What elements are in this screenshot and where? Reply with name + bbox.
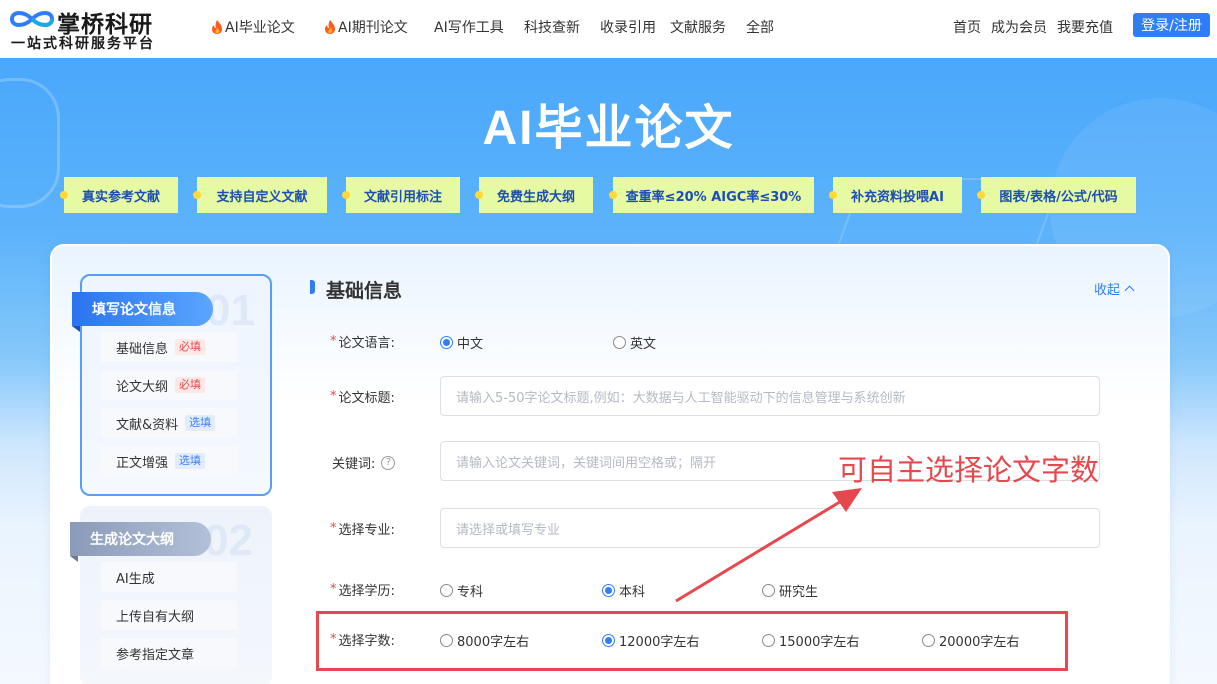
radio-label: 研究生: [779, 585, 819, 600]
feature-tag: 文献引用标注: [342, 177, 460, 213]
ribbon-fold: [72, 326, 80, 332]
radio-label: 英文: [630, 337, 657, 352]
required-asterisk: *: [330, 389, 337, 404]
feature-tag: 图表/表格/公式/代码: [977, 177, 1136, 213]
brand-tagline: 一站式科研服务平台: [11, 36, 155, 52]
required-asterisk: *: [330, 521, 337, 536]
section-title: 基础信息: [326, 280, 403, 302]
step-header-fill-info[interactable]: 填写论文信息: [72, 292, 213, 326]
section-accent-bar: [310, 280, 315, 294]
sidebar-item-basic-info[interactable]: 基础信息 必填: [101, 332, 237, 362]
radio-unchecked-icon: [762, 584, 775, 597]
label-text: 论文语言:: [338, 336, 395, 351]
optional-badge: 选填: [175, 453, 206, 469]
sidebar-item-label: 基础信息: [116, 341, 169, 357]
required-asterisk: *: [330, 334, 337, 349]
nav-label: AI毕业论文: [225, 20, 295, 36]
nav-item-ai-tools[interactable]: AI写作工具: [434, 17, 504, 37]
annotation-callout-text: 可自主选择论文字数: [838, 453, 1100, 487]
sidebar-item-upload-outline[interactable]: 上传自有大纲: [101, 600, 237, 630]
nav-item-ai-journal[interactable]: AI期刊论文: [323, 17, 408, 37]
radio-degree-college[interactable]: 专科: [440, 581, 483, 600]
collapse-label: 收起: [1094, 283, 1121, 298]
page-title: AI毕业论文: [482, 102, 735, 155]
nav-item-citation[interactable]: 收录引用: [600, 17, 656, 37]
feature-tag: 免费生成大纲: [475, 177, 593, 213]
sidebar-item-references[interactable]: 文献&资料 选填: [101, 408, 237, 438]
nav-label: AI期刊论文: [338, 20, 408, 36]
collapse-toggle[interactable]: 收起: [1094, 279, 1135, 298]
radio-unchecked-icon: [440, 584, 453, 597]
radio-label: 专科: [457, 585, 484, 600]
radio-degree-graduate[interactable]: 研究生: [762, 581, 818, 600]
required-asterisk: *: [330, 582, 337, 597]
radio-label: 中文: [457, 337, 484, 352]
nav-item-literature[interactable]: 文献服务: [670, 17, 726, 37]
radio-unchecked-icon: [613, 336, 626, 349]
sidebar-item-outline[interactable]: 论文大纲 必填: [101, 370, 237, 400]
nav-item-all[interactable]: 全部: [746, 17, 774, 37]
feature-tag: 支持自定义文献: [193, 177, 327, 213]
keywords-label: 关键词: ?: [332, 453, 396, 472]
nav-item-ai-thesis[interactable]: AI毕业论文: [210, 17, 295, 37]
brand-logo[interactable]: 掌桥科研 一站式科研服务平台: [8, 4, 178, 54]
sidebar-item-body-enhance[interactable]: 正文增强 选填: [101, 446, 237, 476]
step-number: 01: [206, 286, 255, 335]
title-label: * 论文标题:: [330, 387, 395, 406]
feature-tag: 补充资料投喂AI: [829, 177, 962, 213]
radio-language-english[interactable]: 英文: [613, 333, 656, 352]
step-header-outline[interactable]: 生成论文大纲: [70, 522, 211, 556]
nav-recharge-link[interactable]: 我要充值: [1057, 17, 1113, 37]
sidebar-item-label: 正文增强: [116, 455, 169, 471]
major-select-input[interactable]: 请选择或填写专业: [440, 508, 1100, 548]
nav-item-tech-search[interactable]: 科技查新: [524, 17, 580, 37]
degree-label: * 选择学历:: [330, 580, 395, 599]
radio-degree-bachelor[interactable]: 本科: [602, 581, 645, 600]
major-label: * 选择专业:: [330, 519, 395, 538]
feature-tag: 真实参考文献: [60, 177, 178, 213]
nav-member-link[interactable]: 成为会员: [991, 17, 1047, 37]
radio-label: 本科: [619, 585, 646, 600]
login-register-button[interactable]: 登录/注册: [1133, 13, 1210, 37]
label-text: 选择专业:: [338, 523, 395, 538]
feature-tag: 查重率≤20% AIGC率≤30%: [609, 177, 814, 213]
required-badge: 必填: [175, 377, 206, 393]
sidebar-item-label: 文献&资料: [116, 417, 179, 433]
annotation-highlight-box: [316, 611, 1068, 671]
fire-icon: [325, 20, 335, 34]
optional-badge: 选填: [185, 415, 216, 431]
radio-checked-icon: [602, 584, 615, 597]
label-text: 选择学历:: [338, 584, 395, 599]
ribbon-fold: [70, 556, 78, 562]
step-number: 02: [204, 516, 253, 565]
sidebar-item-reference-article[interactable]: 参考指定文章: [101, 638, 237, 668]
nav-home-link[interactable]: 首页: [953, 17, 981, 37]
infinity-logo-icon: [9, 11, 55, 27]
sidebar-item-label: 论文大纲: [116, 379, 169, 395]
thesis-title-input[interactable]: 请输入5-50字论文标题,例如：大数据与人工智能驱动下的信息管理与系统创新: [440, 376, 1100, 416]
radio-checked-icon: [440, 336, 453, 349]
fire-icon: [212, 20, 222, 34]
radio-language-chinese[interactable]: 中文: [440, 333, 483, 352]
question-help-icon[interactable]: ?: [381, 455, 396, 470]
label-text: 关键词:: [332, 457, 376, 472]
top-navbar: 掌桥科研 一站式科研服务平台 AI毕业论文 AI期刊论文 AI写作工具 科技查新…: [0, 0, 1217, 58]
language-label: * 论文语言:: [330, 332, 395, 351]
label-text: 论文标题:: [338, 391, 395, 406]
required-badge: 必填: [175, 339, 206, 355]
chevron-up-icon: [1124, 285, 1135, 296]
sidebar-item-ai-generate[interactable]: AI生成: [101, 562, 237, 592]
